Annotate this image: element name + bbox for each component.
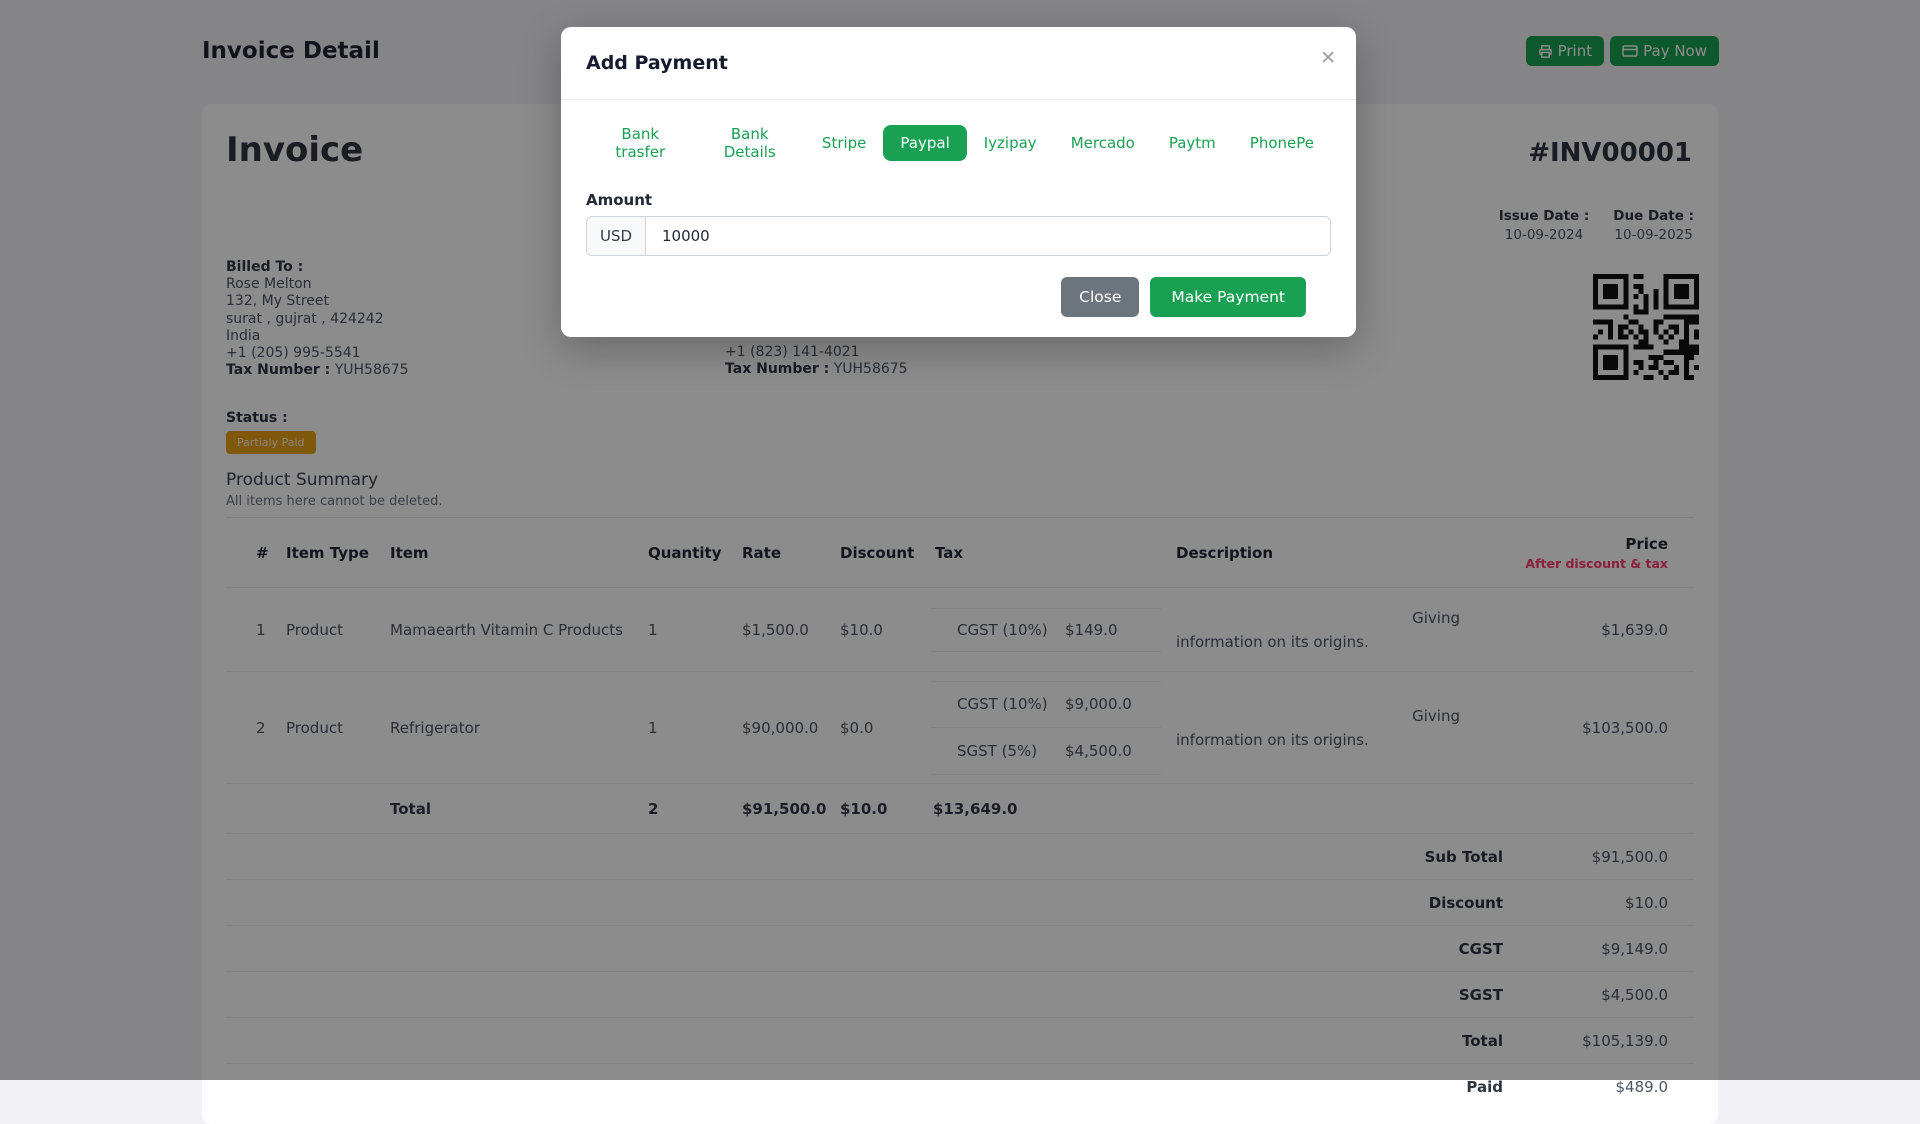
tab-stripe[interactable]: Stripe	[805, 125, 884, 161]
amount-label: Amount	[586, 191, 1331, 209]
tab-phonepe[interactable]: PhonePe	[1233, 125, 1331, 161]
tab-bank-transfer[interactable]: Bank trasfer	[586, 116, 695, 170]
close-icon[interactable]: ✕	[1320, 49, 1336, 68]
make-payment-button[interactable]: Make Payment	[1150, 277, 1306, 317]
close-button[interactable]: Close	[1061, 277, 1139, 317]
tab-mercado[interactable]: Mercado	[1054, 125, 1152, 161]
currency-addon: USD	[586, 216, 645, 256]
modal-footer: Close Make Payment	[586, 256, 1331, 317]
amount-input-group: USD	[586, 216, 1331, 256]
amount-input[interactable]	[645, 216, 1331, 256]
tab-paytm[interactable]: Paytm	[1152, 125, 1233, 161]
modal-header: Add Payment ✕	[561, 27, 1356, 100]
modal-title: Add Payment	[586, 52, 728, 74]
payment-method-tabs: Bank trasfer Bank Details Stripe Paypal …	[586, 116, 1331, 170]
add-payment-modal: Add Payment ✕ Bank trasfer Bank Details …	[561, 27, 1356, 337]
modal-body: Bank trasfer Bank Details Stripe Paypal …	[561, 100, 1356, 317]
tab-bank-details[interactable]: Bank Details	[695, 116, 805, 170]
tab-paypal[interactable]: Paypal	[883, 125, 966, 161]
tab-iyzipay[interactable]: Iyzipay	[967, 125, 1054, 161]
